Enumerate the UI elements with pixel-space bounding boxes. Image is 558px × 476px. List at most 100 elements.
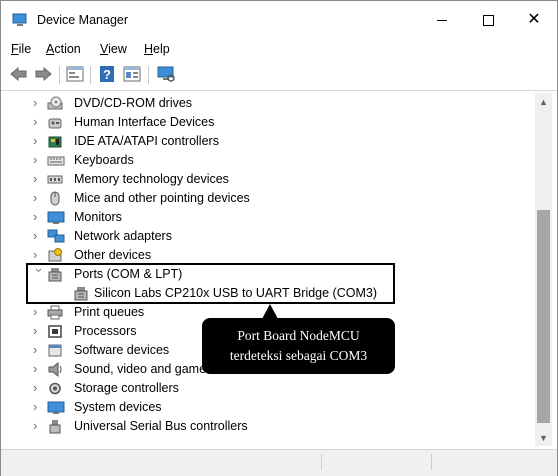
chevron-right-icon[interactable]: › [33,324,45,338]
storage-controller-icon [47,381,63,396]
chevron-right-icon[interactable]: › [33,96,45,110]
monitor-icon [47,210,65,225]
tree-item-monitors[interactable]: › Monitors [7,208,527,227]
chevron-right-icon[interactable]: › [33,153,45,167]
processor-icon [47,324,63,339]
toolbar: ? [1,60,557,91]
chevron-right-icon[interactable]: › [33,210,45,224]
status-divider [431,454,432,470]
scrollbar-thumb[interactable] [537,210,550,423]
help-icon: ? [99,65,115,86]
chevron-right-icon[interactable]: › [33,305,45,319]
chevron-right-icon[interactable]: › [33,343,45,357]
tree-item-mice-and-other-pointing-devices[interactable]: › Mice and other pointing devices [7,189,527,208]
tree-item-storage-controllers[interactable]: › Storage controllers [7,379,527,398]
chevron-right-icon[interactable]: › [33,248,45,262]
network-adapter-icon [47,229,65,244]
tree-item-label: Storage controllers [74,381,179,395]
minimize-button[interactable] [419,1,465,39]
update-driver-icon [123,66,141,85]
forward-icon [34,66,52,84]
highlight-box [26,263,395,304]
device-manager-window: Device Manager ✕ File Action View Help ? [0,0,558,476]
chevron-right-icon[interactable]: › [33,229,45,243]
toolbar-separator [59,66,60,84]
mouse-icon [47,191,63,206]
tree-item-memory-technology-devices[interactable]: › Memory technology devices [7,170,527,189]
scroll-up-button[interactable]: ▲ [535,93,552,110]
chevron-down-icon: ▼ [539,432,548,443]
back-icon [10,66,28,84]
chevron-right-icon[interactable]: › [33,134,45,148]
chevron-right-icon[interactable]: › [33,191,45,205]
toolbar-separator [148,66,149,84]
menu-file[interactable]: File [11,42,31,56]
scan-hardware-icon [157,66,175,85]
tree-item-human-interface-devices[interactable]: › Human Interface Devices [7,113,527,132]
other-devices-icon [47,248,63,263]
title-bar: Device Manager ✕ [1,1,557,39]
tree-item-label: Monitors [74,210,122,224]
memory-device-icon [47,172,63,187]
device-manager-app-icon [12,13,28,27]
forward-button[interactable] [33,65,53,85]
tree-item-label: Mice and other pointing devices [74,191,250,205]
tree-item-label: Keyboards [74,153,134,167]
status-bar [1,449,557,476]
tree-item-dvd-cd-rom-drives[interactable]: › DVD/CD-ROM drives [7,94,527,113]
tree-item-label: Universal Serial Bus controllers [74,419,248,433]
tree-item-ide-ata-atapi-controllers[interactable]: › IDE ATA/ATAPI controllers [7,132,527,151]
menu-action[interactable]: Action [46,42,81,56]
menu-view[interactable]: View [100,42,127,56]
menu-bar: File Action View Help [1,39,557,60]
callout-pointer [262,304,278,319]
vertical-scrollbar[interactable]: ▲ ▼ [535,93,552,446]
status-divider [321,454,322,470]
svg-text:?: ? [103,67,111,82]
scan-hardware-button[interactable] [156,65,176,85]
keyboard-icon [47,153,65,168]
callout-line-1: Port Board NodeMCU [237,328,360,343]
maximize-button[interactable] [465,1,511,39]
properties-icon [66,66,84,85]
scroll-down-button[interactable]: ▼ [535,429,552,446]
chevron-right-icon[interactable]: › [33,362,45,376]
tree-item-label: Human Interface Devices [74,115,215,129]
tree-item-label: Memory technology devices [74,172,229,186]
chevron-right-icon[interactable]: › [33,400,45,414]
annotation-callout: Port Board NodeMCU terdeteksi sebagai CO… [202,318,395,374]
chevron-up-icon: ▲ [539,96,548,107]
toolbar-separator [90,66,91,84]
tree-item-label: Other devices [74,248,152,262]
tree-item-label: IDE ATA/ATAPI controllers [74,134,219,148]
tree-item-keyboards[interactable]: › Keyboards [7,151,527,170]
tree-item-universal-serial-bus-controllers[interactable]: › Universal Serial Bus controllers [7,417,527,436]
chevron-right-icon[interactable]: › [33,115,45,129]
update-driver-button[interactable] [122,65,142,85]
tree-item-label: Software devices [74,343,170,357]
help-button[interactable]: ? [97,65,117,85]
close-button[interactable]: ✕ [511,1,557,39]
back-button[interactable] [9,65,29,85]
close-icon: ✕ [527,11,541,28]
chevron-right-icon[interactable]: › [33,172,45,186]
usb-icon [47,419,63,434]
tree-item-label: Processors [74,324,137,338]
hid-icon [47,115,63,130]
callout-line-2: terdeteksi sebagai COM3 [229,348,368,363]
minimize-icon [437,19,447,21]
menu-help[interactable]: Help [144,42,170,56]
printer-icon [47,305,63,320]
speaker-icon [47,361,63,378]
tree-item-network-adapters[interactable]: › Network adapters [7,227,527,246]
tree-item-system-devices[interactable]: › System devices [7,398,527,417]
chevron-right-icon[interactable]: › [33,419,45,433]
tree-item-label: System devices [74,400,162,414]
tree-item-label: Print queues [74,305,145,319]
properties-button[interactable] [65,65,85,85]
maximize-icon [482,14,494,26]
tree-item-label: DVD/CD-ROM drives [74,96,193,110]
system-device-icon [47,400,65,415]
ide-controller-icon [47,134,63,149]
chevron-right-icon[interactable]: › [33,381,45,395]
